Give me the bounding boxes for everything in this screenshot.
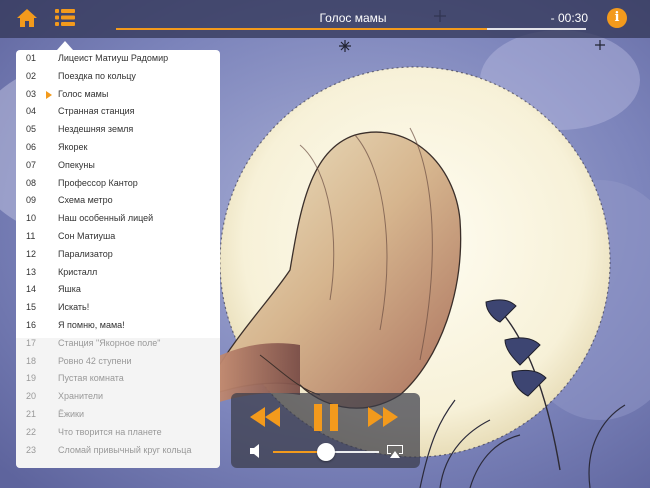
track-item[interactable]: 08 Профессор Кантор: [16, 175, 220, 193]
track-title: Профессор Кантор: [58, 177, 138, 188]
track-number: 20: [26, 391, 37, 402]
playback-controls: [231, 393, 420, 468]
track-title: Опекуны: [58, 159, 95, 170]
track-number: 16: [26, 319, 37, 330]
track-item[interactable]: 12 Парализатор: [16, 246, 220, 264]
track-title: Голос мамы: [58, 88, 109, 99]
track-title: Станция "Якорное поле": [58, 337, 161, 348]
track-number: 06: [26, 141, 37, 152]
track-number: 19: [26, 373, 37, 384]
pause-icon[interactable]: [314, 404, 338, 431]
track-title: Сломай привычный круг кольца: [58, 444, 192, 455]
track-item[interactable]: 21 Ёжики: [16, 406, 220, 424]
track-item[interactable]: 11 Сон Матиуша: [16, 228, 220, 246]
info-icon[interactable]: i: [607, 8, 627, 28]
track-number: 01: [26, 53, 37, 63]
track-number: 05: [26, 124, 37, 135]
track-title: Поездка по кольцу: [58, 70, 136, 81]
track-item[interactable]: 19 Пустая комната: [16, 370, 220, 388]
track-title: Якорек: [58, 141, 88, 152]
track-item[interactable]: 15 Искать!: [16, 299, 220, 317]
track-title: Парализатор: [58, 248, 113, 259]
track-title: Лицеист Матиуш Радомир: [58, 53, 169, 63]
track-item[interactable]: 05 Нездешняя земля: [16, 121, 220, 139]
volume-slider[interactable]: [273, 443, 379, 461]
track-number: 11: [26, 230, 36, 241]
playlist-pointer: [57, 41, 73, 50]
track-title: Кристалл: [58, 266, 98, 277]
track-title: Ровно 42 ступени: [58, 355, 132, 366]
track-item[interactable]: 13 Кристалл: [16, 264, 220, 282]
track-item[interactable]: 10 Наш особенный лицей: [16, 210, 220, 228]
track-title: Пустая комната: [58, 373, 124, 384]
fast-forward-icon[interactable]: [368, 407, 398, 427]
progress-bar[interactable]: [116, 28, 586, 30]
track-item[interactable]: 06 Якорек: [16, 139, 220, 157]
track-number: 10: [26, 213, 37, 224]
track-title: Яшка: [58, 284, 81, 295]
track-item[interactable]: 01 Лицеист Матиуш Радомир: [16, 50, 220, 68]
time-remaining: - 00:30: [550, 11, 588, 25]
volume-icon: [250, 444, 259, 458]
track-number: 03: [26, 88, 37, 99]
track-title: Сон Матиуша: [58, 230, 116, 241]
track-number: 02: [26, 70, 37, 81]
track-item[interactable]: 09 Схема метро: [16, 192, 220, 210]
track-item[interactable]: 16 Я помню, мама!: [16, 317, 220, 335]
track-number: 04: [26, 106, 37, 117]
track-number: 15: [26, 302, 37, 313]
track-item[interactable]: 20 Хранители: [16, 388, 220, 406]
current-track-title: Голос мамы: [319, 11, 387, 25]
track-number: 08: [26, 177, 37, 188]
track-list: 01 Лицеист Матиуш Радомир 02 Поездка по кол…: [16, 50, 220, 459]
track-number: 18: [26, 355, 37, 366]
top-bar: Голос мамы - 00:30 i: [0, 0, 650, 38]
track-number: 09: [26, 195, 37, 206]
track-title: Ёжики: [58, 408, 85, 419]
track-item[interactable]: 23 Сломай привычный круг кольца: [16, 442, 220, 460]
track-item[interactable]: 17 Станция "Якорное поле": [16, 335, 220, 353]
progress-fill: [116, 28, 488, 30]
track-item[interactable]: 18 Ровно 42 ступени: [16, 353, 220, 371]
list-icon[interactable]: [55, 9, 75, 26]
track-item[interactable]: 03 Голос мамы: [16, 86, 220, 104]
track-title: Я помню, мама!: [58, 319, 125, 330]
track-number: 23: [26, 444, 37, 455]
track-title: Нездешняя земля: [58, 124, 134, 135]
track-number: 17: [26, 337, 37, 348]
track-title: Странная станция: [58, 106, 135, 117]
track-title: Наш особенный лицей: [58, 213, 154, 224]
track-number: 13: [26, 266, 37, 277]
home-icon[interactable]: [16, 8, 38, 28]
playlist-popover: 01 Лицеист Матиуш Радомир 02 Поездка по кол…: [16, 50, 220, 468]
airplay-icon[interactable]: [386, 444, 404, 458]
rewind-icon[interactable]: [250, 407, 280, 427]
track-number: 21: [26, 408, 37, 419]
track-number: 07: [26, 159, 37, 170]
track-item[interactable]: 22 Что творится на планете: [16, 424, 220, 442]
track-title: Хранители: [58, 391, 104, 402]
track-title: Схема метро: [58, 195, 113, 206]
track-number: 22: [26, 426, 37, 437]
volume-knob[interactable]: [317, 443, 335, 461]
track-item[interactable]: 14 Яшка: [16, 281, 220, 299]
track-item[interactable]: 04 Странная станция: [16, 103, 220, 121]
track-number: 12: [26, 248, 37, 259]
track-title: Искать!: [58, 302, 90, 313]
track-title: Что творится на планете: [58, 426, 162, 437]
now-playing-icon: [46, 90, 52, 99]
track-item[interactable]: 02 Поездка по кольцу: [16, 68, 220, 86]
track-number: 14: [26, 284, 37, 295]
track-item[interactable]: 07 Опекуны: [16, 157, 220, 175]
